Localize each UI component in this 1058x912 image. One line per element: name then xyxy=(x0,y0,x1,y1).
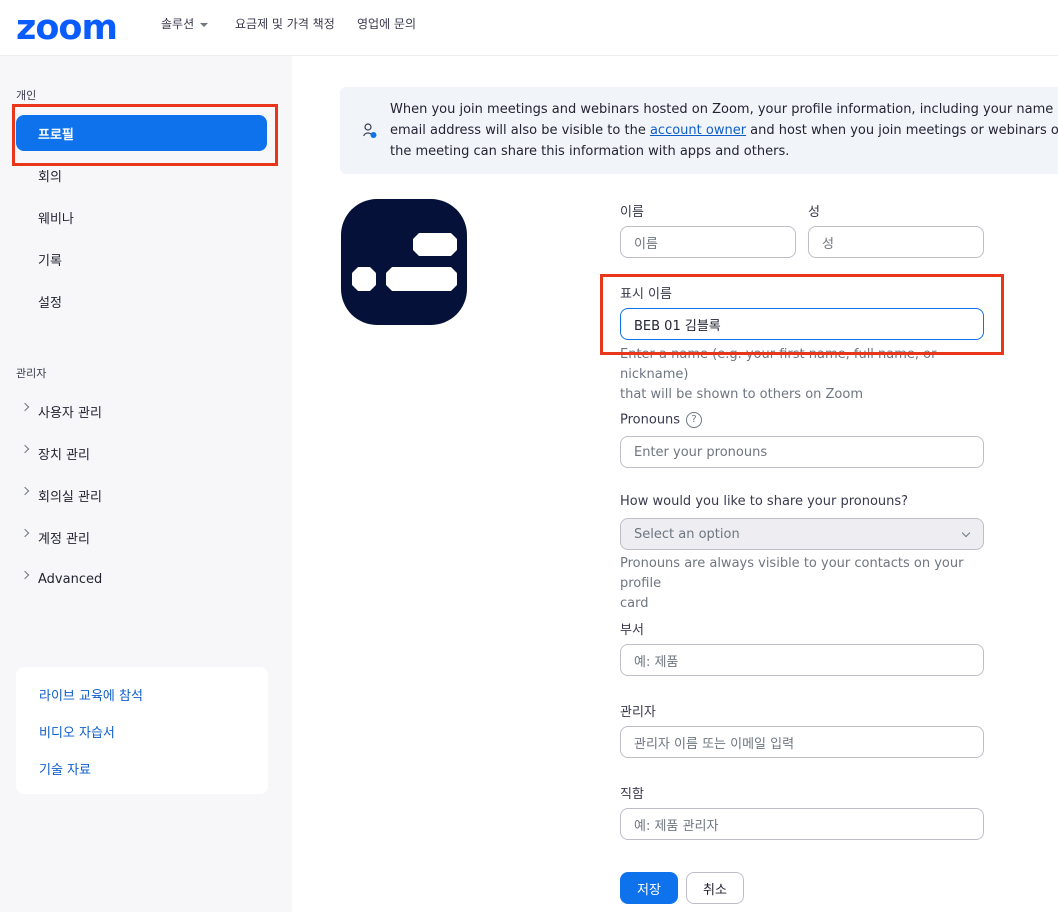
first-name-label: 이름 xyxy=(620,205,644,220)
zoom-logo[interactable]: zoom xyxy=(16,8,118,48)
sidebar-item-webinars[interactable]: 웨비나 xyxy=(16,199,267,235)
account-owner-link[interactable]: account owner xyxy=(650,123,746,138)
chevron-right-icon xyxy=(20,528,30,538)
link-knowledge-base[interactable]: 기술 자료 xyxy=(39,759,91,778)
last-name-label: 성 xyxy=(808,205,820,220)
sidebar: 개인 프로필 회의 웨비나 기록 설정 관리자 사용자 관리 장치 관리 회의실… xyxy=(0,56,292,912)
share-pronouns-select[interactable]: Select an option xyxy=(620,518,984,550)
section-admin: 관리자 xyxy=(16,367,47,380)
pronouns-input[interactable]: Enter your pronouns xyxy=(620,436,984,468)
save-button[interactable]: 저장 xyxy=(620,872,678,904)
profile-avatar[interactable] xyxy=(341,199,467,325)
notice-text: When you join meetings and webinars host… xyxy=(390,102,1058,159)
cancel-button[interactable]: 취소 xyxy=(686,872,744,904)
user-info-icon xyxy=(363,123,377,138)
last-name-input[interactable]: 성 xyxy=(808,226,984,258)
share-pronouns-help: Pronouns are always visible to your cont… xyxy=(620,556,964,611)
job-title-label: 직함 xyxy=(620,787,644,802)
question-icon[interactable]: ? xyxy=(686,412,703,428)
chevron-down-icon xyxy=(961,528,971,538)
link-live-training[interactable]: 라이브 교육에 참석 xyxy=(39,685,143,704)
first-name-input[interactable]: 이름 xyxy=(620,226,796,258)
pronouns-label: Pronouns? xyxy=(620,412,703,428)
chevron-right-icon xyxy=(20,444,30,454)
nav-solutions[interactable]: 솔루션 xyxy=(161,15,209,32)
sidebar-item-room-management[interactable]: 회의실 관리 xyxy=(16,477,267,513)
job-title-input[interactable]: 예: 제품 관리자 xyxy=(620,808,984,840)
highlight-box-profile xyxy=(12,104,278,166)
chevron-down-icon xyxy=(200,22,209,27)
department-input[interactable]: 예: 제품 xyxy=(620,644,984,676)
sidebar-item-account-management[interactable]: 계정 관리 xyxy=(16,519,267,555)
nav-pricing[interactable]: 요금제 및 가격 책정 xyxy=(235,15,335,32)
chevron-right-icon xyxy=(20,486,30,496)
sidebar-item-settings[interactable]: 설정 xyxy=(16,283,267,319)
nav-contact-sales[interactable]: 영업에 문의 xyxy=(357,15,416,32)
top-header: zoom 솔루션 요금제 및 가격 책정 영업에 문의 xyxy=(0,0,1058,56)
profile-visibility-notice: When you join meetings and webinars host… xyxy=(340,87,1058,174)
manager-input[interactable]: 관리자 이름 또는 이메일 입력 xyxy=(620,726,984,758)
sidebar-item-recordings[interactable]: 기록 xyxy=(16,241,267,277)
highlight-box-display-name xyxy=(600,274,1004,355)
share-pronouns-label: How would you like to share your pronoun… xyxy=(620,494,909,509)
chevron-right-icon xyxy=(20,402,30,412)
department-label: 부서 xyxy=(620,623,644,638)
section-personal: 개인 xyxy=(16,89,37,102)
manager-label: 관리자 xyxy=(620,705,656,720)
sidebar-item-user-management[interactable]: 사용자 관리 xyxy=(16,393,267,429)
link-video-tutorials[interactable]: 비디오 자습서 xyxy=(39,722,115,741)
sidebar-item-device-management[interactable]: 장치 관리 xyxy=(16,435,267,471)
chevron-right-icon xyxy=(20,570,30,580)
sidebar-item-advanced[interactable]: Advanced xyxy=(16,561,267,597)
resources-panel: 라이브 교육에 참석 비디오 자습서 기술 자료 xyxy=(16,667,268,794)
